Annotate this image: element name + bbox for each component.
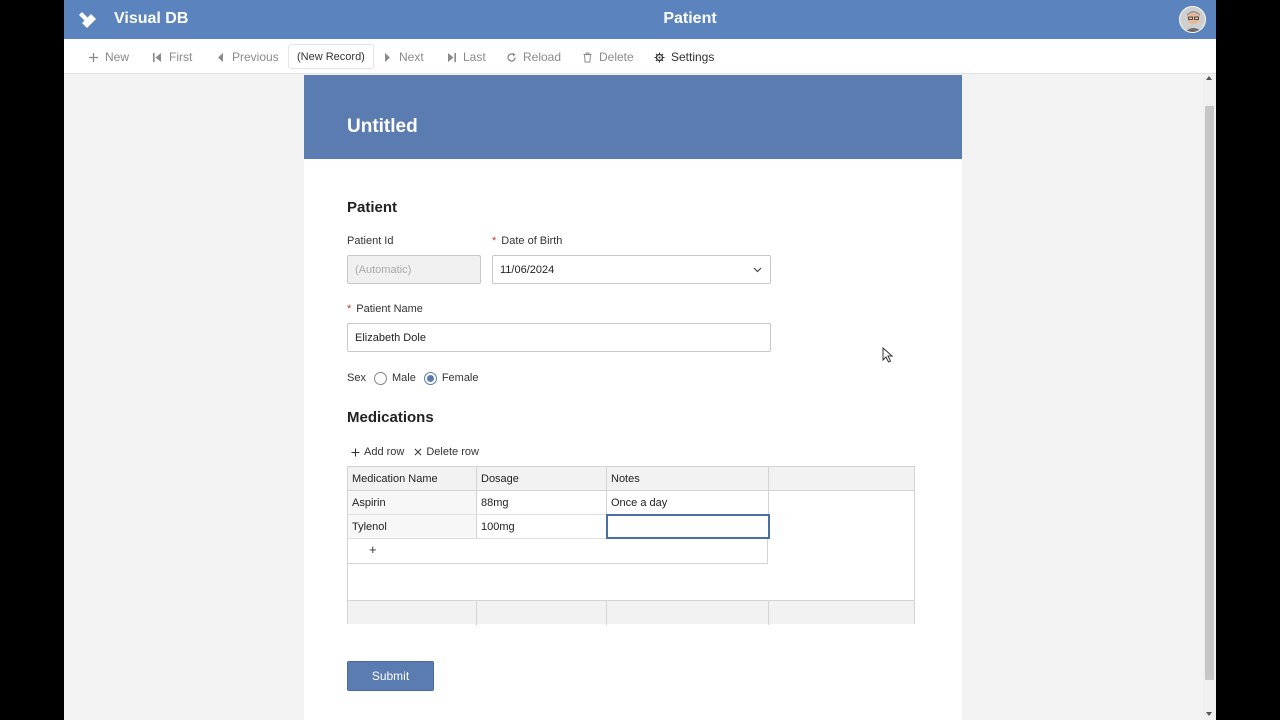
column-header-dosage[interactable]: Dosage bbox=[477, 467, 607, 491]
cell-medication-name[interactable]: Aspirin bbox=[348, 491, 477, 515]
form-title: Untitled bbox=[347, 116, 418, 137]
previous-icon bbox=[218, 52, 223, 62]
reload-label: Reload bbox=[523, 50, 562, 64]
record-indicator: (New Record) bbox=[288, 44, 374, 69]
header-divider bbox=[768, 467, 769, 491]
form-card: Untitled Patient Patient Id (Automatic) … bbox=[304, 75, 962, 720]
dob-value: 11/06/2024 bbox=[500, 263, 555, 276]
dob-label: * Date of Birth bbox=[492, 235, 562, 247]
settings-button[interactable]: Settings bbox=[654, 48, 714, 66]
plus-icon bbox=[89, 52, 98, 62]
mouse-pointer-icon bbox=[882, 347, 894, 363]
section-title-medications: Medications bbox=[347, 409, 434, 426]
close-icon bbox=[414, 448, 422, 456]
footer-divider bbox=[476, 601, 477, 625]
cell-dosage[interactable]: 88mg bbox=[477, 491, 607, 515]
page-title: Patient bbox=[663, 10, 717, 27]
sex-radio-female[interactable] bbox=[423, 371, 437, 385]
delete-row-button[interactable]: Delete row bbox=[414, 446, 479, 458]
next-label: Next bbox=[399, 50, 424, 64]
new-row-placeholder[interactable]: + bbox=[348, 539, 768, 564]
grid-actions: Add row Delete row bbox=[351, 446, 479, 458]
first-label: First bbox=[169, 50, 193, 64]
reload-icon bbox=[507, 52, 516, 62]
footer-divider bbox=[606, 601, 607, 625]
first-button[interactable]: First bbox=[152, 48, 192, 66]
trash-icon bbox=[583, 52, 592, 62]
date-of-birth-field[interactable]: 11/06/2024 bbox=[492, 255, 771, 284]
sex-option-female[interactable]: Female bbox=[442, 372, 479, 384]
delete-row-label: Delete row bbox=[426, 446, 479, 458]
sex-label: Sex bbox=[347, 372, 366, 384]
grid-header: Medication Name Dosage Notes bbox=[348, 467, 914, 491]
scroll-down-arrow-icon[interactable] bbox=[1206, 712, 1212, 716]
scrollbar-thumb[interactable] bbox=[1205, 106, 1214, 680]
add-row-label: Add row bbox=[364, 446, 405, 458]
last-label: Last bbox=[463, 50, 486, 64]
cell-dosage[interactable]: 100mg bbox=[477, 515, 607, 539]
column-header-notes[interactable]: Notes bbox=[607, 467, 769, 491]
new-button[interactable]: New bbox=[88, 48, 129, 66]
cell-notes[interactable]: Once a day bbox=[607, 491, 769, 515]
gear-icon bbox=[654, 52, 665, 62]
sex-radio-group: Sex Male Female bbox=[347, 370, 479, 386]
last-record-icon bbox=[448, 52, 456, 62]
first-record-icon bbox=[153, 52, 161, 62]
next-button[interactable]: Next bbox=[382, 48, 424, 66]
sex-option-male[interactable]: Male bbox=[392, 372, 416, 384]
app-name: Visual DB bbox=[114, 10, 189, 27]
patient-name-label: * Patient Name bbox=[347, 303, 423, 315]
scroll-up-arrow-icon[interactable] bbox=[1206, 76, 1212, 80]
vertical-scrollbar[interactable] bbox=[1203, 74, 1216, 720]
plus-icon bbox=[351, 448, 360, 456]
section-title-patient: Patient bbox=[347, 199, 398, 216]
column-header-medication-name[interactable]: Medication Name bbox=[348, 467, 477, 491]
app-window: Visual DB Patient New First Previous (Ne… bbox=[64, 0, 1216, 720]
previous-label: Previous bbox=[232, 50, 279, 64]
patient-name-field[interactable]: Elizabeth Dole bbox=[347, 323, 771, 352]
next-icon bbox=[385, 52, 390, 62]
patient-name-label-text: Patient Name bbox=[356, 303, 423, 315]
delete-label: Delete bbox=[599, 50, 634, 64]
dob-label-text: Date of Birth bbox=[501, 235, 563, 247]
required-marker: * bbox=[492, 235, 497, 247]
user-avatar[interactable] bbox=[1179, 6, 1206, 33]
reload-button[interactable]: Reload bbox=[506, 48, 561, 66]
record-toolbar: New First Previous (New Record) Next Las… bbox=[64, 39, 1216, 74]
last-button[interactable]: Last bbox=[446, 48, 486, 66]
previous-button[interactable]: Previous bbox=[215, 48, 279, 66]
patient-id-field: (Automatic) bbox=[347, 255, 481, 284]
add-row-button[interactable]: Add row bbox=[351, 446, 404, 458]
chevron-down-icon[interactable] bbox=[753, 265, 762, 274]
medications-grid: Medication Name Dosage Notes Aspirin 88m… bbox=[347, 466, 915, 625]
footer-divider bbox=[768, 601, 769, 625]
new-label: New bbox=[105, 50, 130, 64]
cell-notes-editing[interactable] bbox=[606, 514, 770, 539]
required-marker: * bbox=[347, 303, 352, 315]
visual-db-logo-icon[interactable] bbox=[78, 10, 98, 30]
settings-label: Settings bbox=[671, 50, 715, 64]
submit-button[interactable]: Submit bbox=[347, 661, 434, 691]
top-bar: Visual DB Patient bbox=[64, 0, 1216, 39]
grid-footer bbox=[348, 600, 914, 625]
sex-radio-male[interactable] bbox=[373, 371, 387, 385]
cell-medication-name[interactable]: Tylenol bbox=[348, 515, 477, 539]
patient-id-label: Patient Id bbox=[347, 235, 394, 247]
add-row-plus-icon[interactable]: + bbox=[369, 542, 377, 557]
delete-button[interactable]: Delete bbox=[582, 48, 634, 66]
form-header: Untitled bbox=[304, 75, 962, 159]
